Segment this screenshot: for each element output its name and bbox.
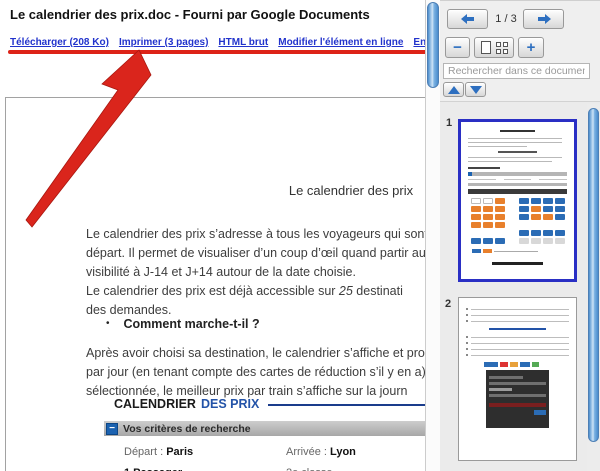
download-link[interactable]: Télécharger (208 Ko) [10, 37, 109, 48]
heading-rule [268, 404, 425, 406]
attachment-title: Le calendrier des prix.doc - Fourni par … [10, 7, 370, 22]
document-pane: Le calendrier des prix.doc - Fourni par … [0, 0, 425, 471]
triangle-up-icon [447, 85, 460, 94]
minus-icon: − [453, 39, 462, 56]
arrow-right-icon [537, 13, 551, 25]
arrow-left-icon [460, 13, 475, 25]
doc-bullet-heading: • Comment marche-t-il ? [106, 317, 260, 331]
thumbnail-2-number: 2 [445, 298, 452, 310]
grid-view-icon [495, 41, 508, 54]
print-link[interactable]: Imprimer (3 pages) [119, 37, 208, 48]
view-mode-button[interactable] [474, 37, 514, 58]
collapse-minus-icon[interactable]: − [106, 422, 118, 435]
thumbnails-scrollbar-thumb[interactable] [588, 108, 599, 442]
zoom-out-button[interactable]: − [445, 37, 470, 58]
search-previous-button[interactable] [443, 82, 464, 97]
thumbnail-calendar-grid [468, 198, 567, 244]
main-scrollbar-track[interactable] [425, 0, 440, 471]
calendar-heading: CALENDRIER DES PRIX [114, 397, 425, 411]
thumbnails-pane: 1 2 [440, 101, 600, 471]
viewer-window: Le calendrier des prix.doc - Fourni par … [0, 0, 600, 471]
sidebar: 1 / 3 − + 1 [440, 0, 600, 471]
bullet-icon: • [106, 318, 110, 329]
thumbnail-1-number: 1 [446, 117, 453, 129]
thumbnail-page-2[interactable] [458, 297, 577, 461]
annotation-underline [8, 50, 425, 54]
document-viewport: Le calendrier des prix Le calendrier des… [5, 97, 425, 471]
doc-title: Le calendrier des prix [288, 183, 414, 198]
triangle-down-icon [469, 85, 482, 94]
html-view-link[interactable]: HTML brut [218, 37, 268, 48]
next-page-button[interactable] [523, 9, 564, 29]
previous-page-button[interactable] [447, 9, 488, 29]
thumbnail-2-preview [459, 298, 576, 434]
document-search-input[interactable] [443, 63, 590, 79]
thumbnails-scrollbar-track[interactable] [587, 104, 600, 471]
doc-paragraph-2: Après avoir choisi sa destination, le ca… [86, 346, 425, 398]
document-page: Le calendrier des prix Le calendrier des… [5, 97, 425, 471]
criteria-collapse-bar: − Vos critères de recherche [104, 421, 425, 436]
thumbnail-1-preview [461, 122, 574, 271]
thumbnail-page-1[interactable] [458, 119, 577, 282]
brand-logo [484, 362, 569, 367]
search-next-button[interactable] [465, 82, 486, 97]
page-indicator: 1 / 3 [495, 13, 517, 25]
main-scrollbar-thumb[interactable] [427, 2, 439, 88]
plus-icon: + [526, 39, 536, 56]
screenshot-block [485, 370, 550, 428]
zoom-in-button[interactable]: + [518, 37, 544, 58]
doc-paragraph-1: Le calendrier des prix s’adresse à tous … [86, 227, 425, 317]
viewer-toolbar: Télécharger (208 Ko) Imprimer (3 pages) … [10, 37, 425, 48]
single-page-icon [480, 41, 491, 54]
save-link[interactable]: Enregi [413, 37, 425, 48]
edit-online-link[interactable]: Modifier l'élément en ligne [278, 37, 403, 48]
